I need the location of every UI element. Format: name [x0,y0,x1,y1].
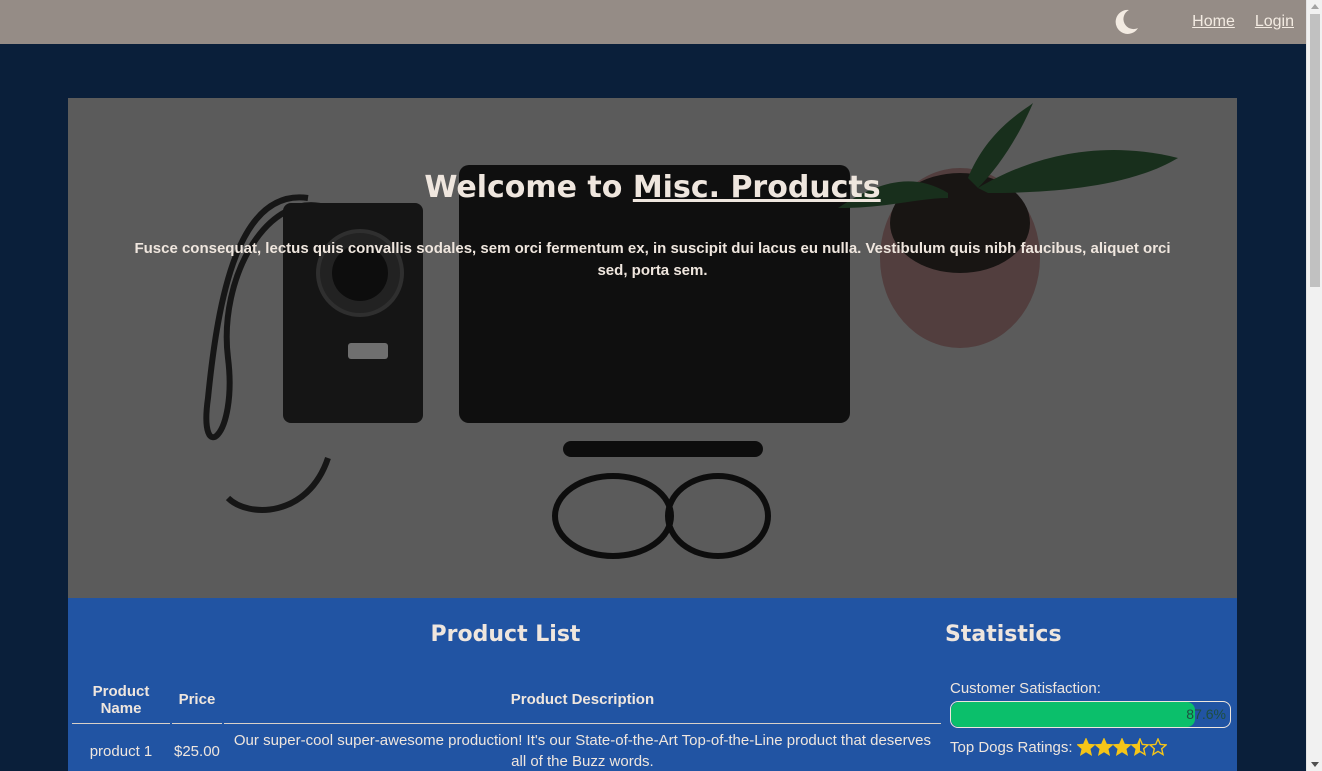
hero-title-prefix: Welcome to [424,170,633,205]
table-header-row: Product Name Price Product Description [72,678,941,724]
product-list-title: Product List [430,622,581,647]
product-description-cell: Our super-cool super-awesome production!… [233,732,931,770]
column-header-price: Price [172,678,222,724]
statistics-panel: Customer Satisfaction: 87.6% Top Dogs Ra… [950,680,1233,756]
scroll-up-arrow-icon[interactable] [1311,4,1319,9]
product-name-cell: product 1 [89,742,153,760]
satisfaction-progress-fill [951,702,1196,727]
scroll-down-arrow-icon[interactable] [1311,762,1319,767]
column-header-name: Product Name [72,678,170,724]
star-empty-icon [1148,738,1167,756]
star-full-icon [1094,738,1113,756]
satisfaction-percent: 87.6% [1186,706,1226,722]
star-half-icon [1130,738,1149,756]
nav-login-link[interactable]: Login [1255,13,1294,31]
hero-title: Welcome to Misc. Products [68,170,1237,205]
scrollbar[interactable] [1306,0,1322,771]
ratings-label: Top Dogs Ratings: [950,738,1073,756]
product-price-cell: $25.00 [174,742,220,760]
star-full-icon [1076,738,1095,756]
content-section: Product List Statistics Product Name Pri… [68,598,1237,771]
statistics-title: Statistics [945,622,1062,647]
product-table: Product Name Price Product Description p… [70,678,943,771]
nav-home-link[interactable]: Home [1192,13,1235,31]
hero-banner: Welcome to Misc. Products Fusce consequa… [68,98,1237,598]
hero-subtitle: Fusce consequat, lectus quis convallis s… [134,240,1171,279]
column-header-description: Product Description [223,678,941,724]
table-row[interactable]: product 1 $25.00 Our super-cool super-aw… [72,724,941,771]
ratings-row: Top Dogs Ratings: [950,738,1233,756]
rating-stars [1076,738,1167,756]
moon-icon[interactable] [1112,8,1140,36]
scrollbar-thumb[interactable] [1310,14,1320,287]
star-full-icon [1112,738,1131,756]
top-navbar: Home Login [0,0,1306,44]
brand-link[interactable]: Misc. Products [633,170,881,205]
satisfaction-progress-bar: 87.6% [950,701,1231,728]
satisfaction-label: Customer Satisfaction: [950,680,1101,697]
